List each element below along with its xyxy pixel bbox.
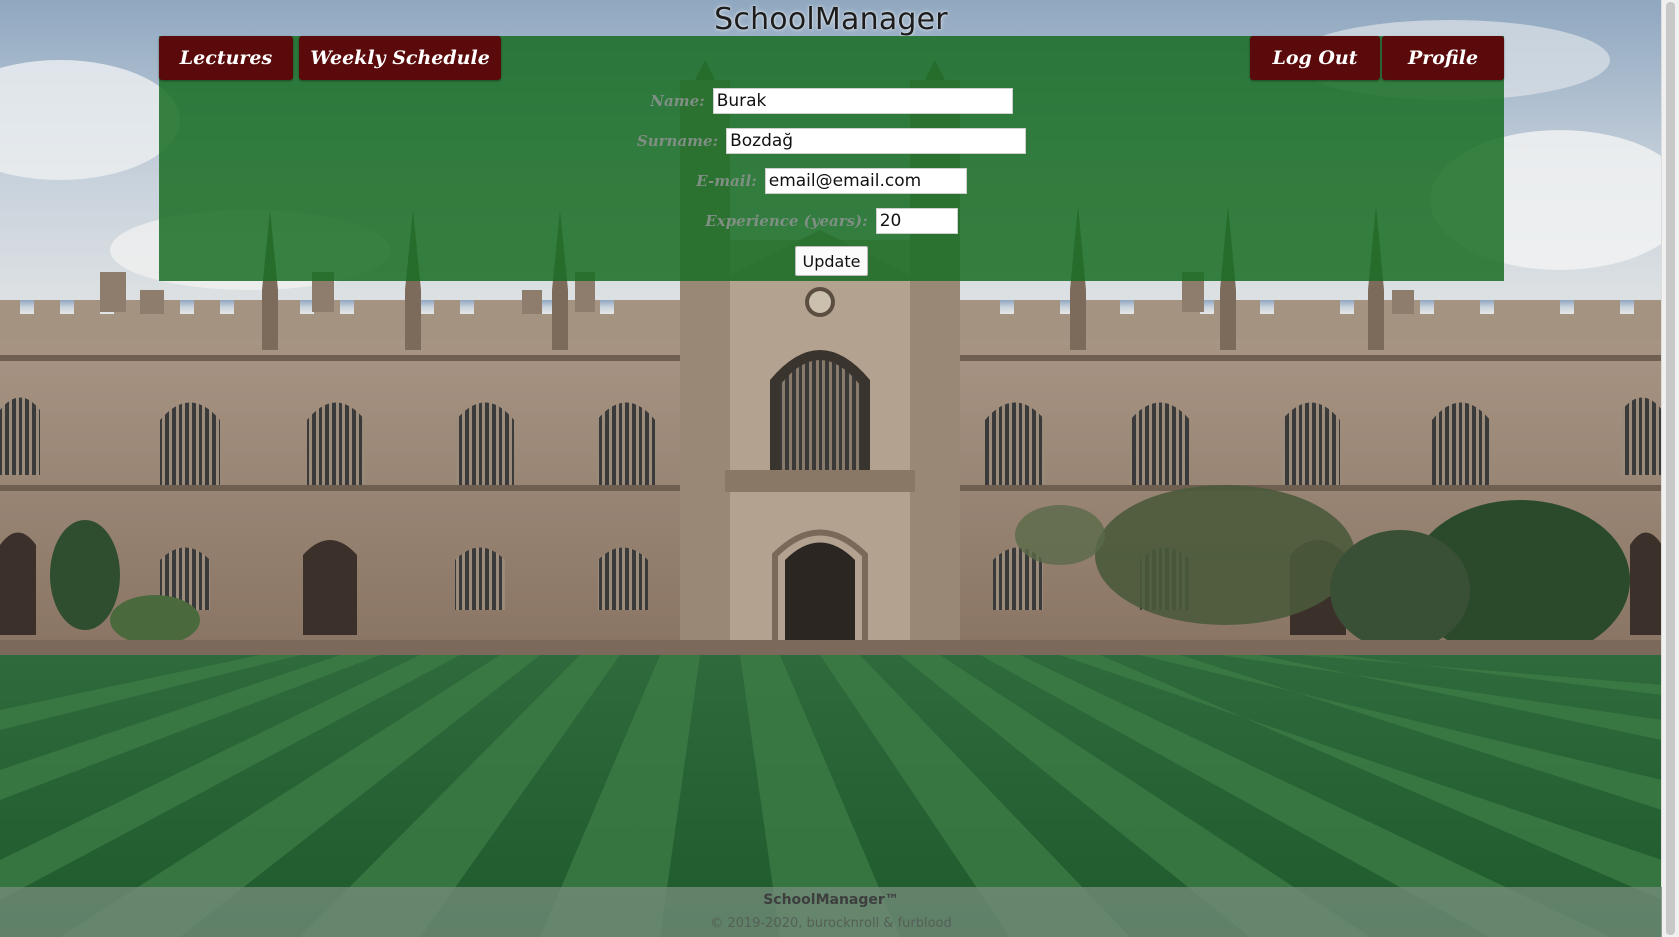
weekly-schedule-button[interactable]: Weekly Schedule <box>299 36 501 80</box>
app-title: SchoolManager <box>714 2 948 37</box>
experience-label: Experience (years): <box>705 212 868 230</box>
email-input[interactable] <box>764 168 967 194</box>
experience-input[interactable] <box>875 208 958 234</box>
email-row: E-mail: <box>159 166 1504 196</box>
surname-row: Surname: <box>159 126 1504 156</box>
name-row: Name: <box>159 86 1504 116</box>
experience-row: Experience (years): <box>159 206 1504 236</box>
footer-brand: SchoolManager™ <box>763 892 899 908</box>
email-label: E-mail: <box>696 172 757 190</box>
footer: SchoolManager™ © 2019-2020, burocknroll … <box>0 887 1662 937</box>
scrollbar-thumb[interactable] <box>1666 2 1675 935</box>
lectures-button[interactable]: Lectures <box>159 36 293 80</box>
footer-copyright: © 2019-2020, burocknroll & furblood <box>710 916 952 931</box>
profile-button[interactable]: Profile <box>1382 36 1504 80</box>
log-out-button[interactable]: Log Out <box>1250 36 1380 80</box>
surname-label: Surname: <box>636 132 719 150</box>
update-row: Update <box>159 246 1504 276</box>
name-label: Name: <box>650 92 705 110</box>
name-input[interactable] <box>712 88 1013 114</box>
vertical-scrollbar[interactable] <box>1661 0 1679 937</box>
surname-input[interactable] <box>726 128 1027 154</box>
header-panel: Lectures Weekly Schedule Log Out Profile… <box>159 36 1504 281</box>
update-button[interactable]: Update <box>794 246 869 276</box>
